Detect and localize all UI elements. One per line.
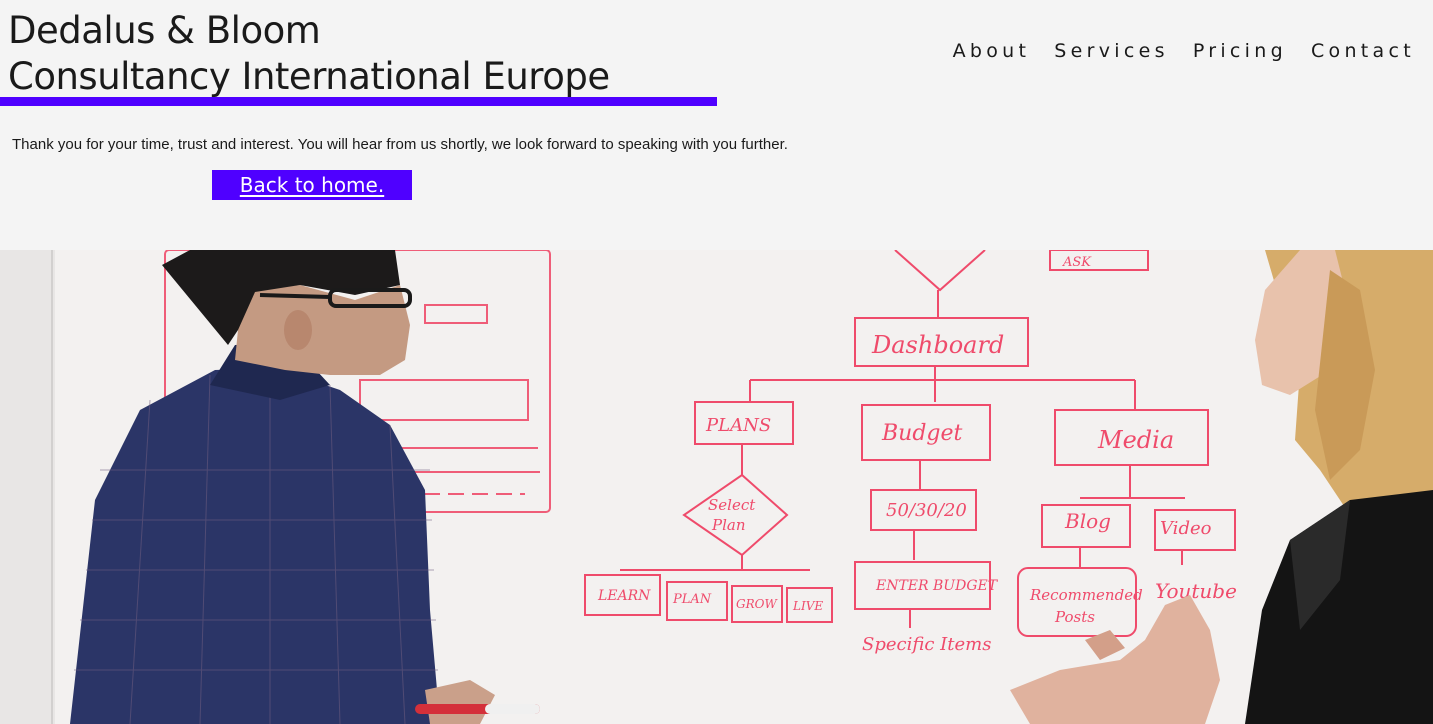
brand-line-1: Dedalus & Bloom [8,9,321,52]
nav-pricing[interactable]: Pricing [1193,40,1287,62]
thank-you-message: Thank you for your time, trust and inter… [12,136,788,153]
wb-learn: LEARN [597,588,651,604]
nav-services[interactable]: Services [1054,40,1169,62]
wb-media: Media [1097,426,1174,454]
main-nav: About Services Pricing Contact [953,40,1415,62]
site-logo[interactable]: Dedalus & Bloom Consultancy Internationa… [8,8,610,100]
wb-dashboard: Dashboard [871,331,1004,359]
wb-503020: 50/30/20 [886,500,967,521]
whiteboard-meeting-photo: ASK Dashboard PLANS Budget Media Select … [0,250,1433,724]
back-to-home-button[interactable]: Back to home. [212,170,412,200]
wb-live: LIVE [792,599,823,613]
wb-grow: GROW [736,597,778,611]
nav-contact[interactable]: Contact [1311,40,1415,62]
wb-plan-opt: PLAN [672,592,712,607]
wb-blog: Blog [1064,509,1111,533]
wb-posts: Posts [1054,608,1095,626]
wb-ask: ASK [1062,255,1092,270]
wb-plan: Plan [711,516,746,534]
wb-plans: PLANS [705,415,771,436]
wb-recommended: Recommended [1029,586,1143,604]
hero-image: ASK Dashboard PLANS Budget Media Select … [0,250,1433,724]
wb-youtube: Youtube [1155,579,1237,603]
wb-budget: Budget [881,421,963,446]
site-header: Dedalus & Bloom Consultancy Internationa… [0,0,1433,110]
wb-specific-items: Specific Items [862,634,991,655]
nav-about[interactable]: About [953,40,1031,62]
wb-select: Select [708,496,756,514]
brand-line-2: Consultancy International Europe [8,55,610,98]
wb-enter-budget: ENTER BUDGET [875,578,999,594]
brand-underline [0,97,717,106]
wb-video: Video [1160,518,1212,539]
